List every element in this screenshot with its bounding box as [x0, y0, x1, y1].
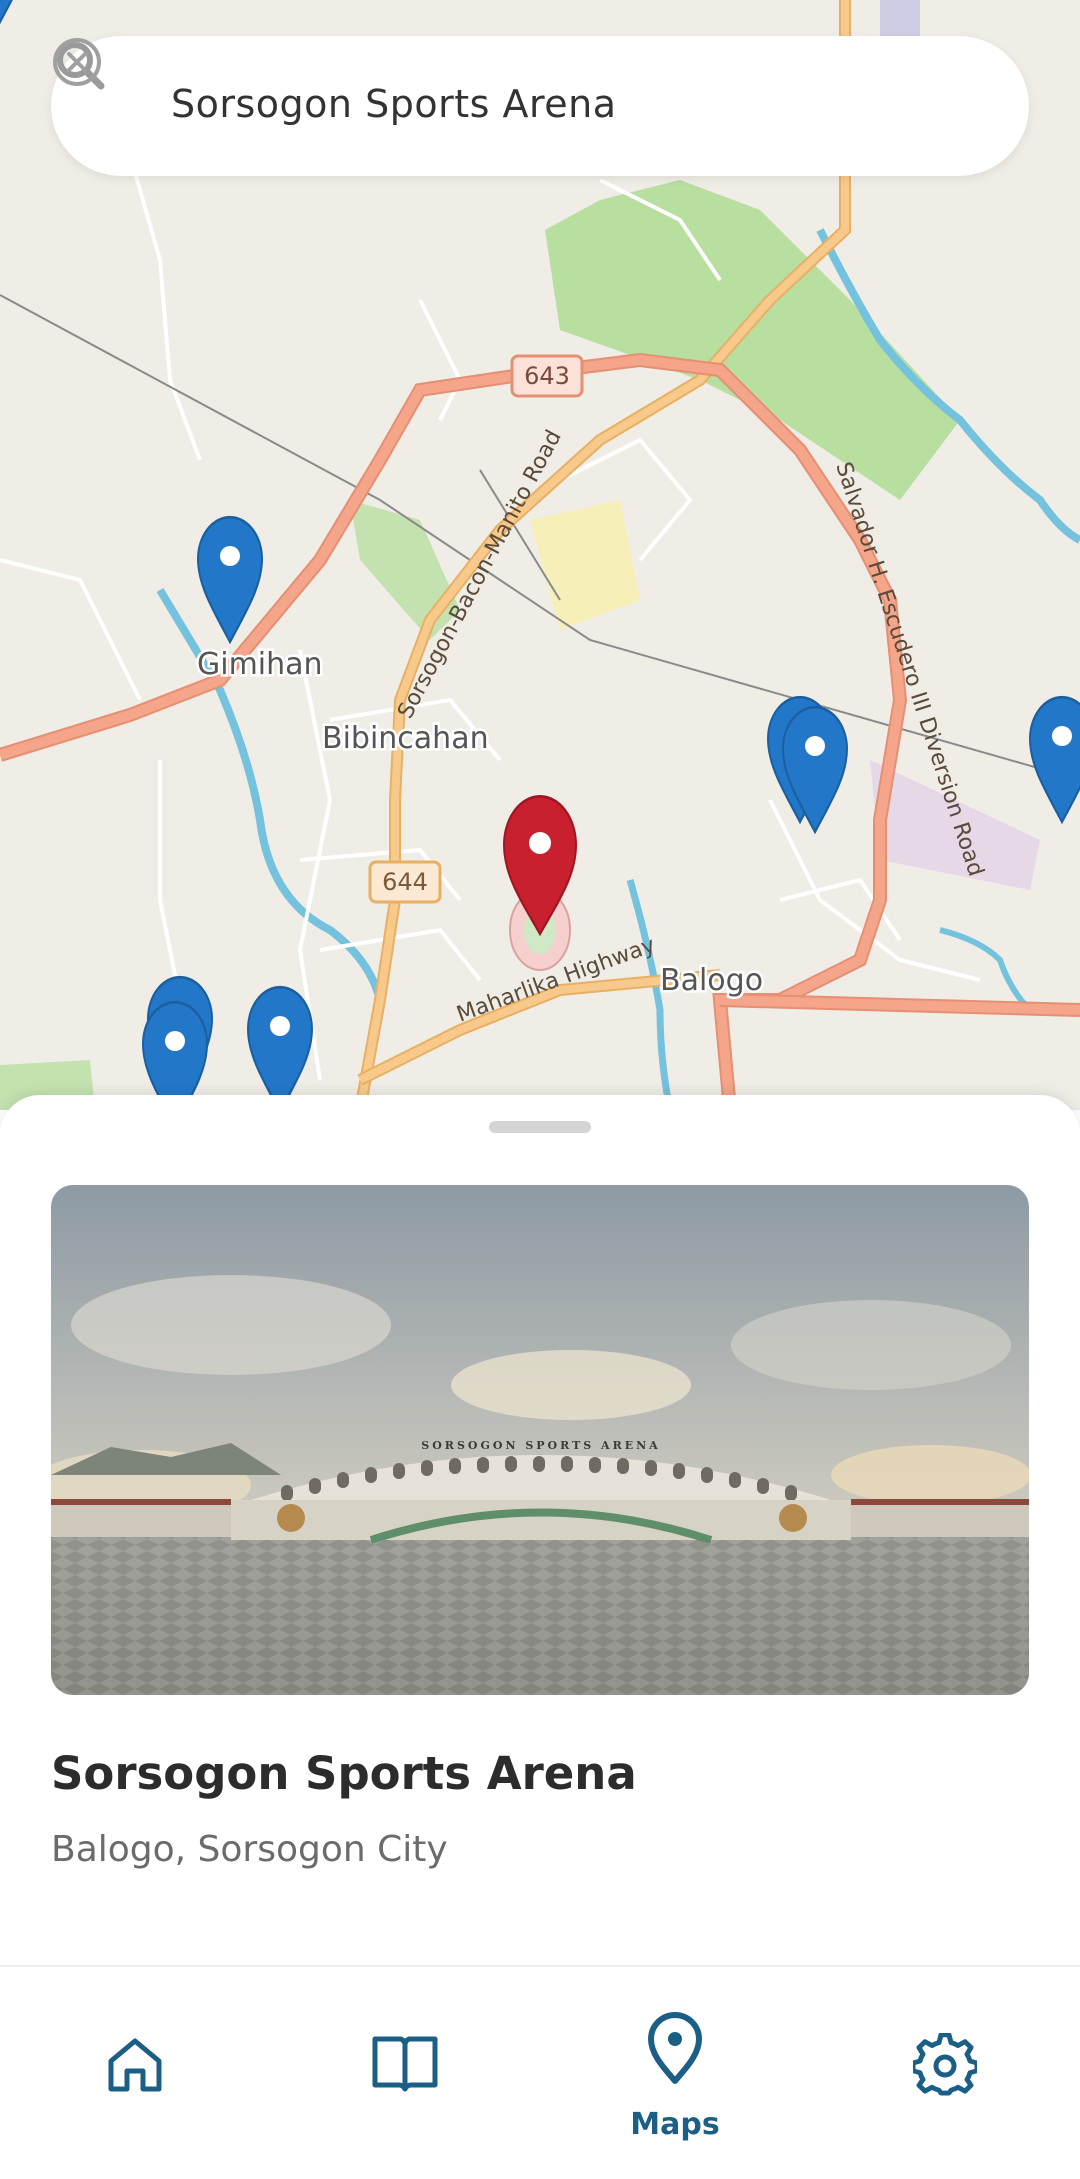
nav-maps-label: Maps — [630, 2107, 720, 2142]
nav-guide[interactable] — [270, 1967, 540, 2179]
sheet-drag-handle[interactable] — [489, 1121, 591, 1133]
river — [939, 927, 1033, 1013]
map-marker[interactable] — [1028, 695, 1080, 825]
svg-text:644: 644 — [382, 868, 428, 896]
svg-text:643: 643 — [524, 362, 570, 390]
place-label-bibincahan: Bibincahan — [322, 721, 489, 756]
road-shield-644: 644 — [368, 860, 442, 904]
place-details-sheet[interactable]: SORSOGON SPORTS ARENA Sorsogon Sports Ar… — [0, 1095, 1080, 1965]
nav-home[interactable] — [0, 1967, 270, 2179]
place-address: Balogo, Sorsogon City — [51, 1829, 448, 1870]
place-label-gimihan: Gimihan — [197, 647, 323, 682]
search-bar[interactable]: Sorsogon Sports Arena — [51, 36, 1029, 176]
place-label-balogo: Balogo — [660, 963, 763, 998]
bottom-navigation: Maps — [0, 1965, 1080, 2179]
map-marker[interactable] — [196, 515, 264, 645]
gear-icon — [913, 2033, 977, 2096]
nav-settings[interactable] — [810, 1967, 1080, 2179]
book-icon — [372, 2036, 438, 2092]
park-area — [545, 180, 960, 500]
building-area — [880, 0, 920, 40]
map-marker[interactable] — [141, 1000, 209, 1110]
place-title: Sorsogon Sports Arena — [51, 1747, 637, 1800]
photo-sign: SORSOGON SPORTS ARENA — [421, 1439, 660, 1452]
map-marker[interactable] — [781, 705, 849, 835]
map-pin-icon — [648, 2012, 702, 2084]
road-shield-643: 643 — [510, 354, 584, 398]
search-input[interactable]: Sorsogon Sports Arena — [171, 82, 617, 126]
clear-icon[interactable] — [51, 36, 103, 88]
map-marker[interactable] — [0, 0, 32, 25]
map-view[interactable]: 643 644 Sorsogon-Bacon-Manito Road Salva… — [0, 0, 1080, 1110]
place-photo: SORSOGON SPORTS ARENA — [51, 1185, 1029, 1695]
nav-maps[interactable]: Maps — [540, 1967, 810, 2179]
home-icon — [108, 2038, 162, 2092]
map-marker[interactable] — [246, 985, 314, 1110]
